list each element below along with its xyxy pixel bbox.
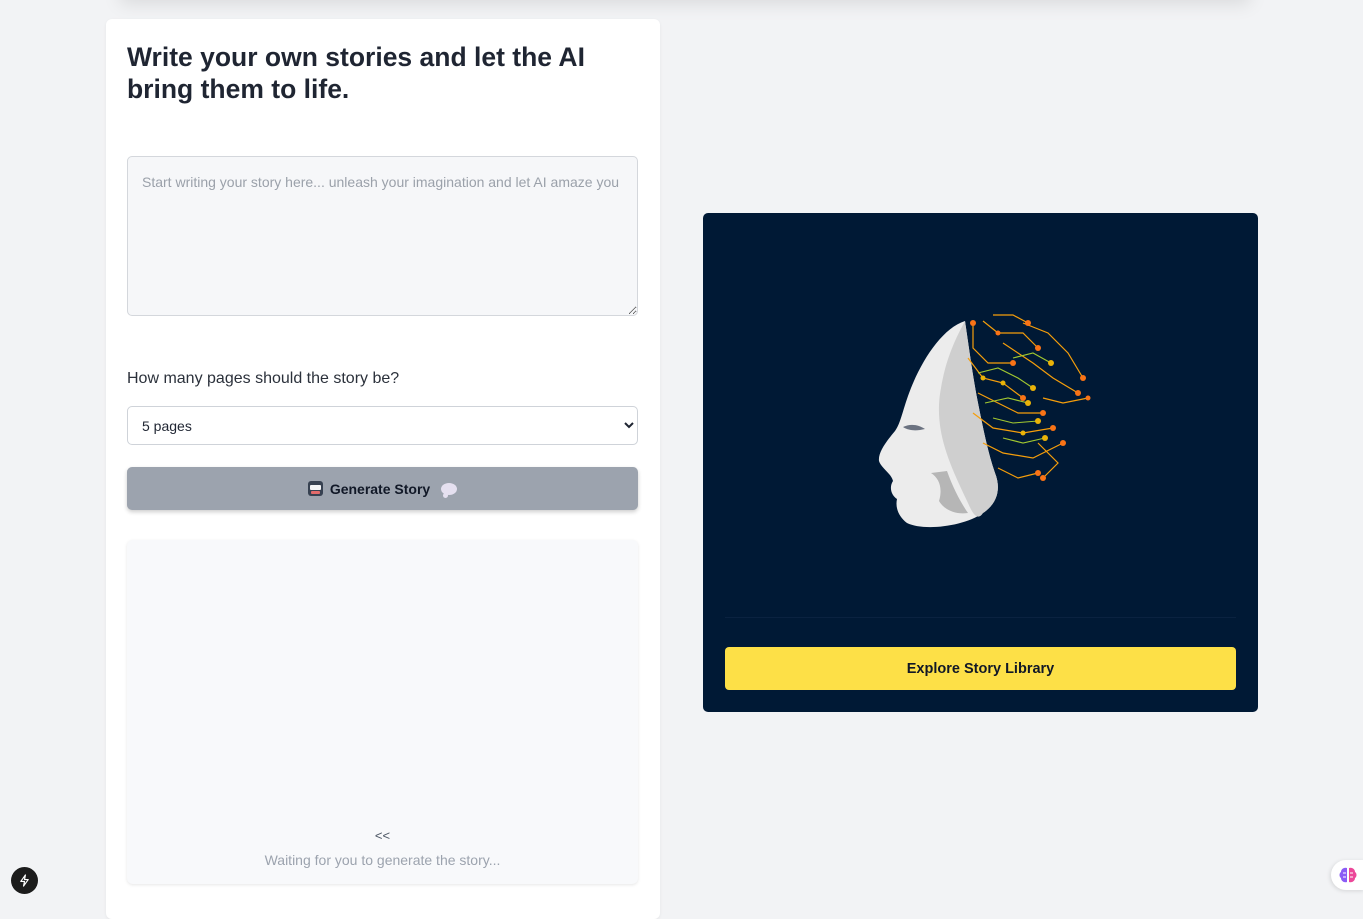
lightning-bolt-icon[interactable] (11, 867, 38, 894)
brain-icon[interactable] (1331, 860, 1363, 890)
ai-head-circuit-brain-icon (878, 314, 1091, 528)
previous-page-button[interactable]: << (127, 828, 638, 843)
robot-icon (307, 481, 323, 496)
card-divider (725, 617, 1236, 618)
story-output-panel: << Waiting for you to generate the story… (127, 540, 638, 884)
story-input[interactable] (127, 156, 638, 316)
page-title: Write your own stories and let the AI br… (127, 42, 585, 104)
story-editor-card: Write your own stories and let the AI br… (106, 19, 660, 919)
generate-story-label: Generate Story (329, 480, 431, 497)
pages-select[interactable]: 5 pages (127, 406, 638, 445)
story-library-card: Explore Story Library (703, 213, 1258, 712)
speech-bubble-icon (441, 482, 458, 498)
generate-story-button[interactable]: Generate Story (127, 467, 638, 510)
explore-story-library-button[interactable]: Explore Story Library (725, 647, 1236, 690)
status-text: Waiting for you to generate the story... (264, 852, 501, 868)
pages-label: How many pages should the story be? (127, 370, 400, 387)
